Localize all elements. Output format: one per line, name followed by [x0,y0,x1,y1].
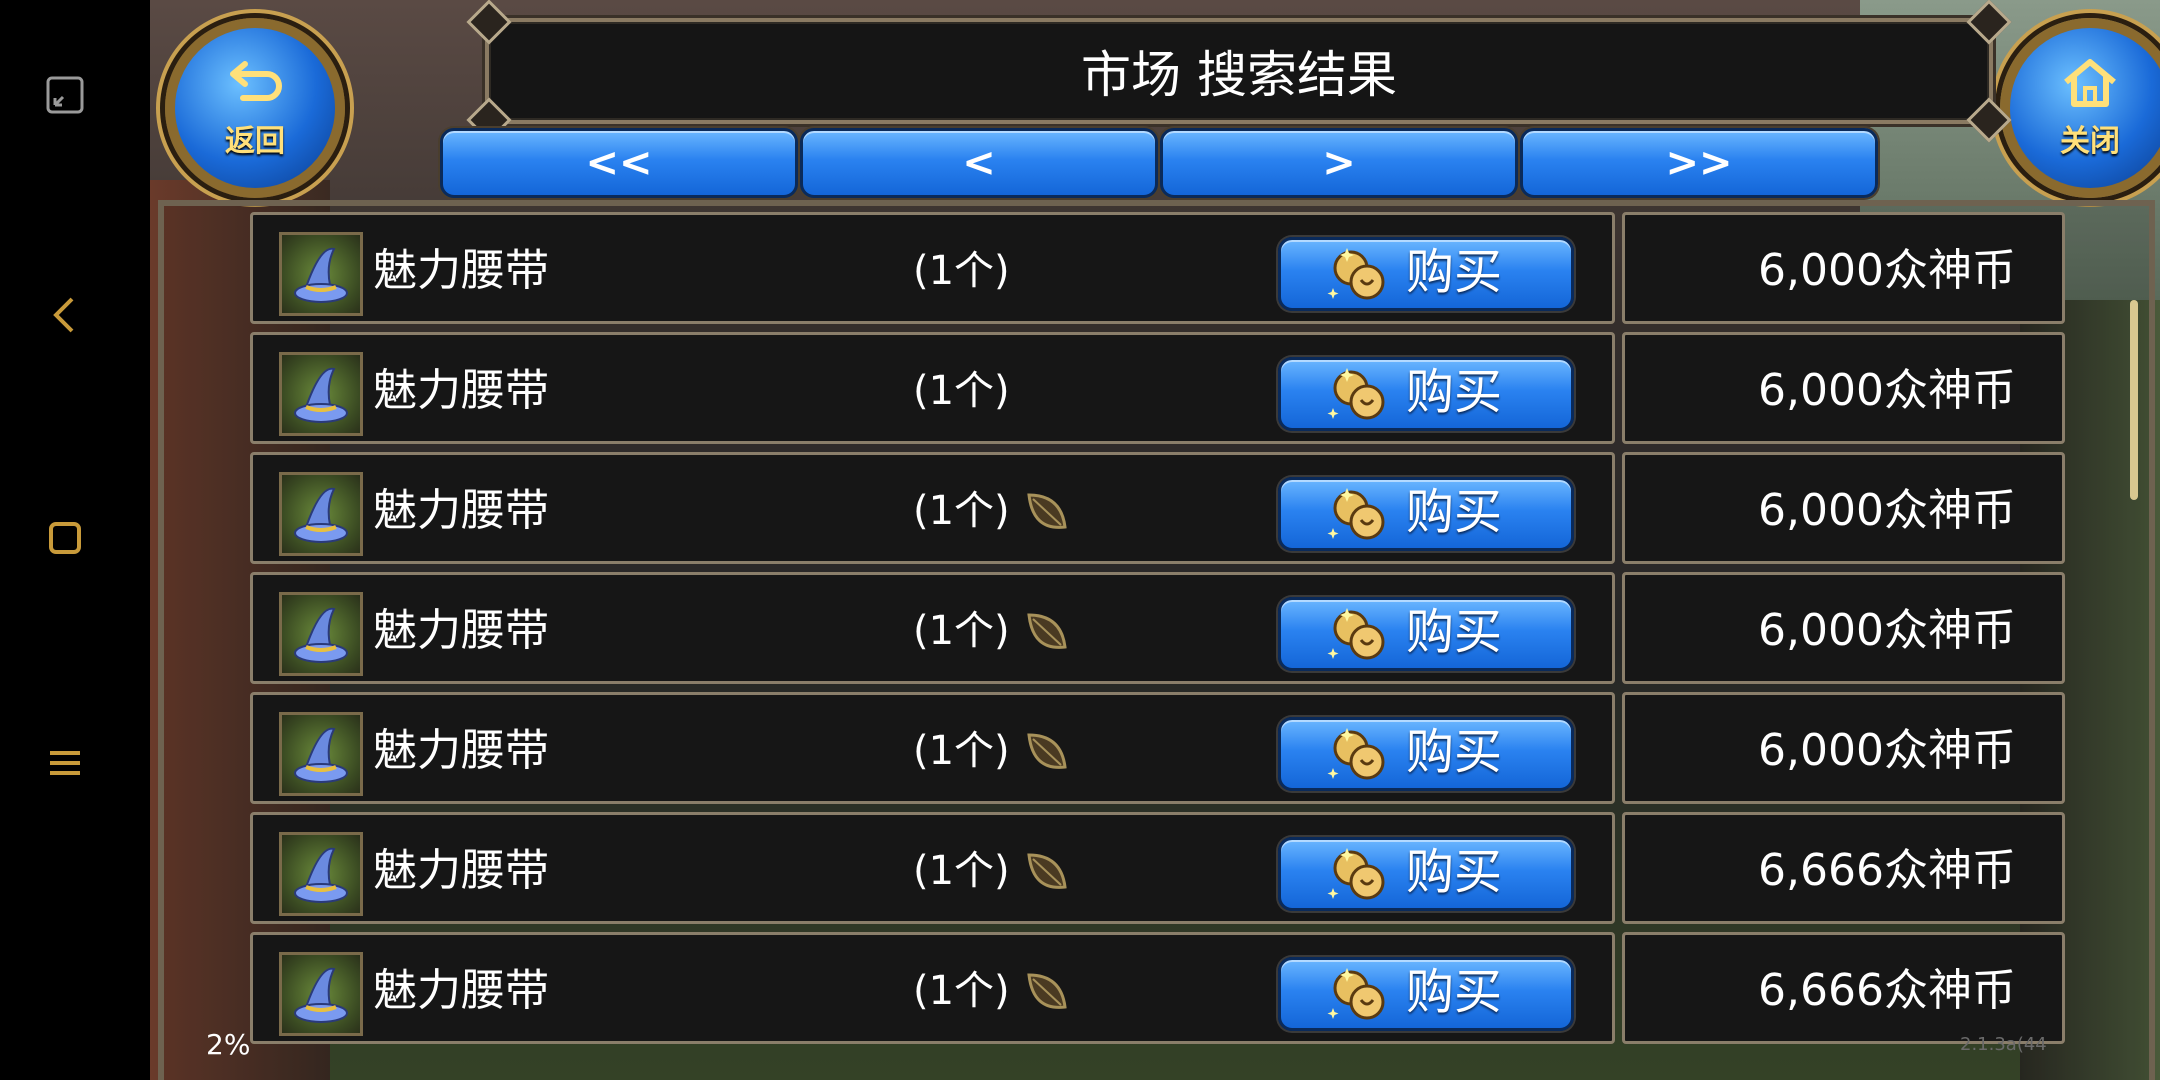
listing-price-cell: 6,000众神币 [1622,692,2065,804]
item-name: 魅力腰带 [373,605,549,656]
belt-item-icon[interactable] [279,232,363,316]
belt-item-icon[interactable] [279,472,363,556]
buy-button[interactable]: 购买 [1278,717,1574,791]
buy-button[interactable]: 购买 [1278,957,1574,1031]
item-name: 魅力腰带 [373,365,549,416]
item-quantity: (1个) [913,488,1010,534]
coins-icon [1327,964,1397,1024]
item-quantity: (1个) [913,608,1010,654]
bound-feather-icon [1021,847,1071,897]
title-bar: 市场 搜索结果 [466,0,2012,143]
expand-icon[interactable] [40,70,90,120]
coins-icon [1327,244,1397,304]
listing-price-cell: 6,666众神币 [1622,932,2065,1044]
coins-icon [1327,484,1397,544]
return-arrow-icon [175,56,335,110]
back-button[interactable]: 返回 [165,18,345,198]
buy-button[interactable]: 购买 [1278,477,1574,551]
item-name: 魅力腰带 [373,245,549,296]
listing-price-cell: 6,000众神币 [1622,212,2065,324]
listing-price-cell: 6,000众神币 [1622,452,2065,564]
listing-item-cell: 魅力腰带 (1个) 购买 [250,212,1615,324]
game-screen: 返回 关闭 市场 搜索结果 << < > >> 魅力腰带 (1个) 购买 6,0… [150,0,2160,1080]
buy-button[interactable]: 购买 [1278,357,1574,431]
item-quantity: (1个) [913,968,1010,1014]
coins-icon [1327,844,1397,904]
item-quantity: (1个) [913,248,1010,294]
close-button-label: 关闭 [2060,124,2120,159]
listing-price-cell: 6,000众神币 [1622,332,2065,444]
market-listing-row: 魅力腰带 (1个) 购买 6,666众神币 [250,812,2065,924]
item-price: 6,666众神币 [1758,845,2016,896]
item-price: 6,000众神币 [1758,245,2016,296]
listing-item-cell: 魅力腰带 (1个) 购买 [250,332,1615,444]
listing-item-cell: 魅力腰带 (1个) 购买 [250,452,1615,564]
progress-percent: 2% [206,1028,251,1061]
item-price: 6,000众神币 [1758,725,2016,776]
buy-button[interactable]: 购买 [1278,237,1574,311]
belt-item-icon[interactable] [279,712,363,796]
listing-price-cell: 6,666众神币 [1622,812,2065,924]
coins-icon [1327,364,1397,424]
first-page-button[interactable]: << [440,128,798,198]
belt-item-icon[interactable] [279,952,363,1036]
house-icon [2010,56,2160,114]
bound-feather-icon [1021,607,1071,657]
market-listing-row: 魅力腰带 (1个) 购买 6,666众神币 [250,932,2065,1044]
buy-button-label: 购买 [1406,484,1503,540]
belt-item-icon[interactable] [279,592,363,676]
market-listing-row: 魅力腰带 (1个) 购买 6,000众神币 [250,452,2065,564]
listing-item-cell: 魅力腰带 (1个) 购买 [250,812,1615,924]
prev-page-button[interactable]: < [800,128,1158,198]
listing-item-cell: 魅力腰带 (1个) 购买 [250,572,1615,684]
page-title: 市场 搜索结果 [1081,46,1397,104]
back-icon[interactable] [40,290,90,340]
item-price: 6,666众神币 [1758,965,2016,1016]
version-label: 2.1.3a(44 [1960,1034,2047,1055]
next-page-button[interactable]: > [1160,128,1518,198]
item-name: 魅力腰带 [373,725,549,776]
bound-feather-icon [1021,727,1071,777]
coins-icon [1327,724,1397,784]
buy-button-label: 购买 [1406,604,1503,660]
market-listing-row: 魅力腰带 (1个) 购买 6,000众神币 [250,212,2065,324]
buy-button-label: 购买 [1406,964,1503,1020]
market-listing-row: 魅力腰带 (1个) 购买 6,000众神币 [250,572,2065,684]
item-price: 6,000众神币 [1758,605,2016,656]
item-name: 魅力腰带 [373,485,549,536]
belt-item-icon[interactable] [279,352,363,436]
market-listing-row: 魅力腰带 (1个) 购买 6,000众神币 [250,332,2065,444]
home-icon[interactable] [40,513,90,563]
bound-feather-icon [1021,487,1071,537]
buy-button-label: 购买 [1406,244,1503,300]
item-quantity: (1个) [913,848,1010,894]
scrollbar[interactable] [2130,300,2138,500]
buy-button-label: 购买 [1406,724,1503,780]
coins-icon [1327,604,1397,664]
bound-feather-icon [1021,967,1071,1017]
listing-price-cell: 6,000众神币 [1622,572,2065,684]
item-name: 魅力腰带 [373,965,549,1016]
belt-item-icon[interactable] [279,832,363,916]
market-listing-row: 魅力腰带 (1个) 购买 6,000众神币 [250,692,2065,804]
buy-button[interactable]: 购买 [1278,837,1574,911]
menu-icon[interactable] [40,738,90,788]
buy-button[interactable]: 购买 [1278,597,1574,671]
last-page-button[interactable]: >> [1520,128,1878,198]
item-name: 魅力腰带 [373,845,549,896]
listing-item-cell: 魅力腰带 (1个) 购买 [250,932,1615,1044]
listing-item-cell: 魅力腰带 (1个) 购买 [250,692,1615,804]
buy-button-label: 购买 [1406,844,1503,900]
item-quantity: (1个) [913,368,1010,414]
system-nav-bar [0,0,150,1080]
item-price: 6,000众神币 [1758,365,2016,416]
item-price: 6,000众神币 [1758,485,2016,536]
item-quantity: (1个) [913,728,1010,774]
back-button-label: 返回 [225,124,285,159]
buy-button-label: 购买 [1406,364,1503,420]
